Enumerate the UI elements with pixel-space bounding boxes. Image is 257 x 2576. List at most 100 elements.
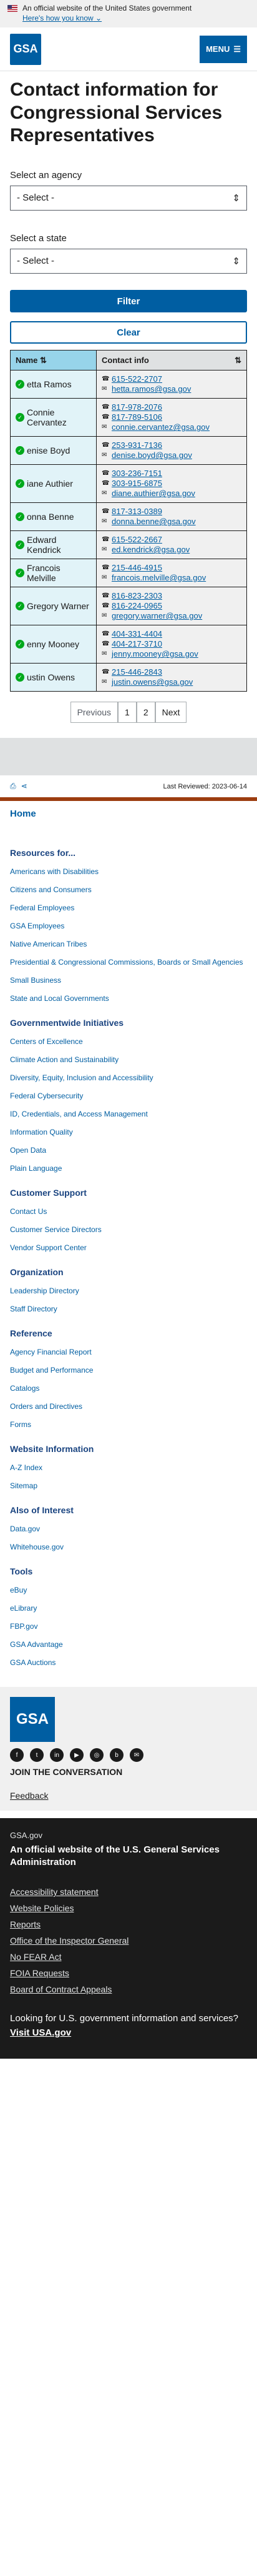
footer-link[interactable]: Plain Language	[10, 1163, 247, 1174]
footer-link[interactable]: Centers of Excellence	[10, 1037, 247, 1047]
page-1-button[interactable]: 1	[118, 702, 137, 724]
identifier-link[interactable]: Accessibility statement	[10, 1886, 247, 1897]
footer-link[interactable]: FBP.gov	[10, 1621, 247, 1632]
footer-link[interactable]: ID, Credentials, and Access Management	[10, 1109, 247, 1120]
footer-link[interactable]: Vendor Support Center	[10, 1243, 247, 1253]
previous-page-button[interactable]: Previous	[70, 702, 119, 724]
phone-link[interactable]: 404-331-4404	[112, 629, 162, 639]
footer-link[interactable]: eBuy	[10, 1585, 247, 1596]
footer-link[interactable]: Budget and Performance	[10, 1365, 247, 1376]
footer-link[interactable]: Data.gov	[10, 1524, 247, 1534]
footer-link[interactable]: Native American Tribes	[10, 939, 247, 950]
identifier-link[interactable]: FOIA Requests	[10, 1967, 247, 1979]
email-link[interactable]: ed.kendrick@gsa.gov	[112, 545, 190, 555]
footer-home-link[interactable]: Home	[10, 808, 247, 819]
blog-icon[interactable]: b	[110, 1748, 124, 1763]
twitter-icon[interactable]: t	[30, 1748, 44, 1763]
footer-link[interactable]: GSA Advantage	[10, 1639, 247, 1650]
footer-link[interactable]: Agency Financial Report	[10, 1347, 247, 1358]
clear-button[interactable]: Clear	[10, 321, 247, 344]
instagram-icon[interactable]: ◎	[90, 1748, 104, 1763]
email-link[interactable]: francois.melville@gsa.gov	[112, 573, 206, 583]
next-page-button[interactable]: Next	[155, 702, 187, 724]
email-link[interactable]: diane.authier@gsa.gov	[112, 489, 195, 499]
email-link[interactable]: justin.owens@gsa.gov	[112, 677, 193, 687]
footer-link[interactable]: Information Quality	[10, 1127, 247, 1138]
phone-link[interactable]: 303-236-7151	[112, 469, 162, 479]
phone-link[interactable]: 615-522-2707	[112, 374, 162, 384]
footer-link[interactable]: Catalogs	[10, 1383, 247, 1394]
footer-link[interactable]: Federal Employees	[10, 903, 247, 913]
identifier-link[interactable]: Website Policies	[10, 1902, 247, 1914]
visit-usa-link[interactable]: Visit USA.gov	[10, 2027, 247, 2039]
email-link[interactable]: connie.cervantez@gsa.gov	[112, 422, 210, 432]
footer-section-title[interactable]: Customer Support	[10, 1188, 247, 1198]
footer-link[interactable]: Sitemap	[10, 1481, 247, 1491]
phone-link[interactable]: 253-931-7136	[112, 440, 162, 450]
menu-button[interactable]: MENU ☰	[200, 35, 247, 63]
footer-link[interactable]: Contact Us	[10, 1206, 247, 1217]
filter-button[interactable]: Filter	[10, 290, 247, 313]
gsa-logo[interactable]: GSA	[10, 33, 41, 65]
footer-link[interactable]: Americans with Disabilities	[10, 867, 247, 877]
phone-link[interactable]: 817-978-2076	[112, 402, 162, 412]
feedback-link[interactable]: Feedback	[10, 1791, 247, 1801]
footer-section-title[interactable]: Tools	[10, 1566, 247, 1576]
footer-section-title[interactable]: Governmentwide Initiatives	[10, 1018, 247, 1028]
phone-link[interactable]: 817-789-5106	[112, 412, 162, 422]
youtube-icon[interactable]: ▶	[70, 1748, 84, 1763]
email-link[interactable]: jenny.mooney@gsa.gov	[112, 649, 198, 659]
footer-link[interactable]: Whitehouse.gov	[10, 1542, 247, 1553]
email-icon[interactable]: ✉	[130, 1748, 143, 1763]
footer-link[interactable]: GSA Auctions	[10, 1658, 247, 1668]
footer-link[interactable]: A-Z Index	[10, 1463, 247, 1473]
contact-column-header[interactable]: Contact info ⇅	[96, 350, 247, 371]
how-you-know-link[interactable]: Here's how you know ⌄	[22, 14, 192, 22]
identifier-link[interactable]: Reports	[10, 1919, 247, 1930]
phone-link[interactable]: 303-915-6875	[112, 479, 162, 489]
phone-link[interactable]: 816-224-0965	[112, 601, 162, 611]
phone-link[interactable]: 404-217-3710	[112, 639, 162, 649]
phone-link[interactable]: 215-446-2843	[112, 667, 162, 677]
gsa-footer-logo[interactable]: GSA	[10, 1697, 55, 1743]
email-link[interactable]: donna.benne@gsa.gov	[112, 517, 196, 527]
footer-section-title[interactable]: Resources for...	[10, 848, 247, 858]
footer-section-title[interactable]: Organization	[10, 1267, 247, 1277]
footer-link[interactable]: Citizens and Consumers	[10, 885, 247, 895]
email-link[interactable]: gregory.warner@gsa.gov	[112, 611, 202, 621]
email-link[interactable]: hetta.ramos@gsa.gov	[112, 384, 191, 394]
identifier-link[interactable]: Office of the Inspector General	[10, 1935, 247, 1946]
footer-link[interactable]: State and Local Governments	[10, 993, 247, 1004]
print-icon[interactable]: ⎙	[10, 782, 16, 791]
agency-select[interactable]: - Select - ⇕	[10, 185, 247, 211]
footer-link[interactable]: Small Business	[10, 975, 247, 986]
phone-link[interactable]: 816-823-2303	[112, 591, 162, 601]
state-select[interactable]: - Select - ⇕	[10, 248, 247, 274]
phone-link[interactable]: 215-446-4915	[112, 563, 162, 573]
footer-link[interactable]: eLibrary	[10, 1603, 247, 1614]
footer-link[interactable]: Customer Service Directors	[10, 1225, 247, 1235]
footer-link[interactable]: Climate Action and Sustainability	[10, 1055, 247, 1065]
footer-link[interactable]: Presidential & Congressional Commissions…	[10, 957, 247, 968]
footer-link[interactable]: Diversity, Equity, Inclusion and Accessi…	[10, 1073, 247, 1083]
facebook-icon[interactable]: f	[10, 1748, 24, 1763]
footer-link[interactable]: Open Data	[10, 1145, 247, 1156]
email-link[interactable]: denise.boyd@gsa.gov	[112, 450, 192, 460]
phone-link[interactable]: 615-522-2667	[112, 535, 162, 545]
footer-link[interactable]: Federal Cybersecurity	[10, 1091, 247, 1102]
name-column-header[interactable]: Name ⇅	[10, 350, 97, 371]
footer-link[interactable]: GSA Employees	[10, 921, 247, 932]
page-2-button[interactable]: 2	[136, 702, 155, 724]
footer-section-title[interactable]: Also of Interest	[10, 1505, 247, 1515]
phone-link[interactable]: 817-313-0389	[112, 507, 162, 517]
footer-link[interactable]: Leadership Directory	[10, 1286, 247, 1296]
identifier-link[interactable]: No FEAR Act	[10, 1951, 247, 1962]
footer-link[interactable]: Forms	[10, 1420, 247, 1430]
identifier-link[interactable]: Board of Contract Appeals	[10, 1984, 247, 1995]
footer-link[interactable]: Orders and Directives	[10, 1401, 247, 1412]
footer-section-title[interactable]: Reference	[10, 1328, 247, 1338]
footer-section-title[interactable]: Website Information	[10, 1444, 247, 1454]
linkedin-icon[interactable]: in	[50, 1748, 64, 1763]
footer-link[interactable]: Staff Directory	[10, 1304, 247, 1315]
share-icon[interactable]: ⋖	[21, 782, 27, 791]
